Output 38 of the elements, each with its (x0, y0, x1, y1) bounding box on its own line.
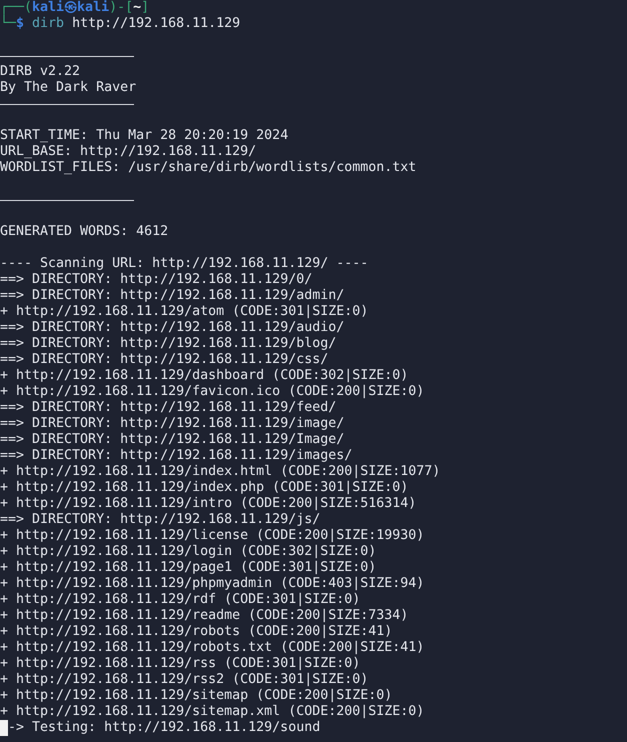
output-line: WORDLIST_FILES: /usr/share/dirb/wordlists/common.txt (0, 160, 416, 176)
output-line: ==> DIRECTORY: http://192.168.11.129/0/ (0, 272, 312, 288)
output-line: ==> DIRECTORY: http://192.168.11.129/feed/ (0, 400, 336, 416)
output-line: + http://192.168.11.129/index.html (CODE:200|SIZE:1077) (0, 464, 440, 480)
output-line: DIRB v2.22 (0, 64, 80, 80)
output-line: + http://192.168.11.129/rss2 (CODE:301|SIZE:0) (0, 672, 368, 688)
output-line: ==> DIRECTORY: http://192.168.11.129/js/ (0, 512, 320, 528)
output-line: GENERATED WORDS: 4612 (0, 224, 168, 240)
output-line: + http://192.168.11.129/sitemap.xml (CODE:200|SIZE:0) (0, 704, 424, 720)
output-line: ==> DIRECTORY: http://192.168.11.129/css/ (0, 352, 328, 368)
output-line: URL_BASE: http://192.168.11.129/ (0, 144, 256, 160)
output-line: + http://192.168.11.129/sitemap (CODE:200|SIZE:0) (0, 688, 392, 704)
output-line: + http://192.168.11.129/index.php (CODE:301|SIZE:0) (0, 480, 408, 496)
output-line: + http://192.168.11.129/favicon.ico (CODE:200|SIZE:0) (0, 384, 424, 400)
output-line: ==> DIRECTORY: http://192.168.11.129/image/ (0, 416, 344, 432)
output-line: By The Dark Raver (0, 80, 136, 96)
output-line: ==> DIRECTORY: http://192.168.11.129/audio/ (0, 320, 344, 336)
output-line: ---- Scanning URL: http://192.168.11.129/ ---- (0, 256, 368, 272)
prompt-line: ┌──(kali㉿kali)-[~] (0, 0, 150, 15)
output-line: ==> DIRECTORY: http://192.168.11.129/Image/ (0, 432, 344, 448)
output-line: + http://192.168.11.129/robots (CODE:200|SIZE:41) (0, 624, 392, 640)
output-line: + http://192.168.11.129/dashboard (CODE:302|SIZE:0) (0, 368, 408, 384)
progress-line: -> Testing: http://192.168.11.129/sound (8, 720, 320, 736)
output-line: ==> DIRECTORY: http://192.168.11.129/admin/ (0, 288, 344, 304)
output-line: + http://192.168.11.129/phpmyadmin (CODE:403|SIZE:94) (0, 576, 424, 592)
output-line: + http://192.168.11.129/readme (CODE:200|SIZE:7334) (0, 608, 408, 624)
output-line: + http://192.168.11.129/page1 (CODE:301|SIZE:0) (0, 560, 376, 576)
output-line: ==> DIRECTORY: http://192.168.11.129/blog/ (0, 336, 336, 352)
output-line: START_TIME: Thu Mar 28 20:20:19 2024 (0, 128, 288, 144)
output-line: + http://192.168.11.129/rdf (CODE:301|SIZE:0) (0, 592, 360, 608)
output-line: + http://192.168.11.129/login (CODE:302|SIZE:0) (0, 544, 376, 560)
output-line: + http://192.168.11.129/robots.txt (CODE:200|SIZE:41) (0, 640, 424, 656)
output-line: ==> DIRECTORY: http://192.168.11.129/images/ (0, 448, 352, 464)
output-line: + http://192.168.11.129/license (CODE:200|SIZE:19930) (0, 528, 424, 544)
prompt-line: └─$ dirb http://192.168.11.129 (0, 16, 240, 32)
output-line: + http://192.168.11.129/rss (CODE:301|SIZE:0) (0, 656, 360, 672)
output-line: + http://192.168.11.129/intro (CODE:200|SIZE:516314) (0, 496, 416, 512)
output-line: + http://192.168.11.129/atom (CODE:301|SIZE:0) (0, 304, 368, 320)
